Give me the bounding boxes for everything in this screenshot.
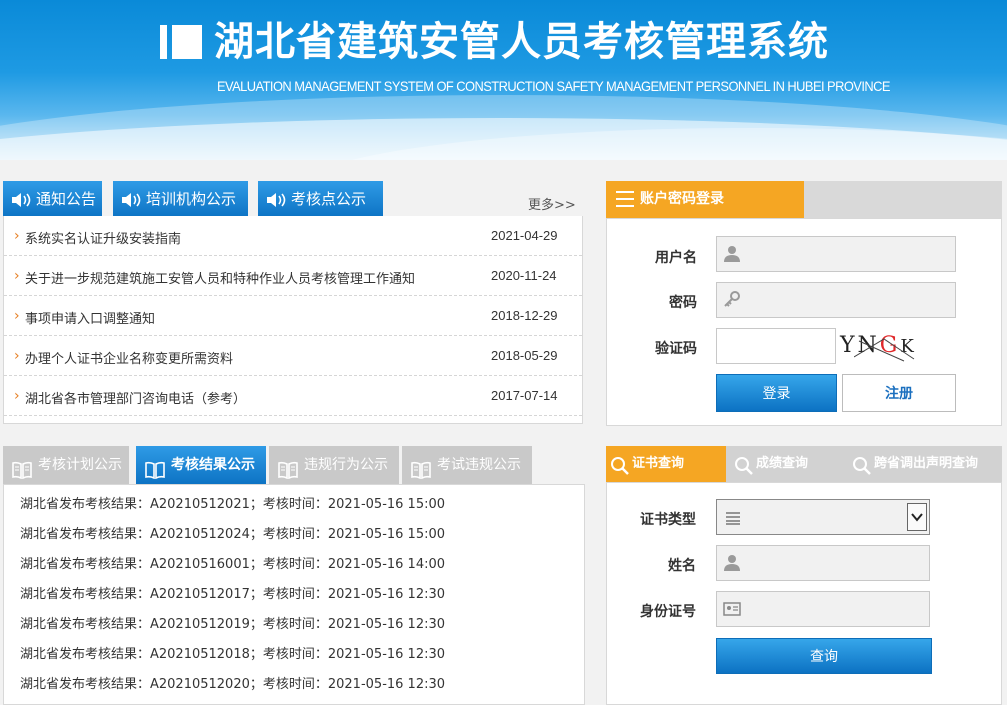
cert-type-select[interactable] <box>716 499 930 535</box>
tab-notice[interactable]: 通知公告 <box>3 181 102 217</box>
tab-violations[interactable]: 违规行为公示 <box>269 446 399 484</box>
query-tabs: 证书查询 成绩查询 跨省调出声明查询 <box>606 446 1002 482</box>
id-number-label: 身份证号 <box>640 604 696 620</box>
search-icon <box>734 455 754 475</box>
result-tabs: 考核计划公示 考核结果公示 违规行为公示 考试违规公示 <box>3 446 585 484</box>
username-label: 用户名 <box>655 250 697 266</box>
tab-account-login[interactable]: 账户密码登录 <box>606 181 804 218</box>
login-button[interactable]: 登录 <box>716 374 837 412</box>
list-icon <box>725 511 741 529</box>
chevron-right-icon: › <box>14 268 20 284</box>
user-icon <box>723 245 741 263</box>
password-input[interactable] <box>716 282 956 318</box>
cert-type-label: 证书类型 <box>640 512 696 528</box>
book-icon <box>277 456 299 480</box>
list-item[interactable]: › 湖北省各市管理部门咨询电话（参考） 2017-07-14 <box>4 376 582 416</box>
speaker-icon <box>11 192 33 208</box>
result-list: 湖北省发布考核结果：A20210512021；考核时间：2021-05-16 1… <box>3 484 585 705</box>
id-number-input[interactable] <box>716 591 930 627</box>
chevron-right-icon: › <box>14 348 20 364</box>
list-item[interactable]: › 办理个人证书企业名称变更所需资料 2018-05-29 <box>4 336 582 376</box>
notice-title[interactable]: 关于进一步规范建筑施工安管人员和特种作业人员考核管理工作通知 <box>25 268 415 287</box>
speaker-icon <box>266 192 288 208</box>
list-item[interactable]: › 系统实名认证升级安装指南 2021-04-29 <box>4 216 582 256</box>
site-subtitle: EVALUATION MANAGEMENT SYSTEM OF CONSTRUC… <box>217 78 890 94</box>
query-button[interactable]: 查询 <box>716 638 932 674</box>
captcha-label: 验证码 <box>655 341 697 357</box>
list-item[interactable]: 湖北省发布考核结果：A20210512021；考核时间：2021-05-16 1… <box>20 493 445 512</box>
username-input[interactable] <box>716 236 956 272</box>
tab-account-login-label: 账户密码登录 <box>640 191 724 207</box>
site-title: 湖北省建筑安管人员考核管理系统 <box>214 19 829 65</box>
menu-icon <box>616 191 634 207</box>
book-icon <box>11 456 33 480</box>
notice-title[interactable]: 事项申请入口调整通知 <box>25 308 155 327</box>
tab-training-orgs-label: 培训机构公示 <box>146 190 237 208</box>
list-item[interactable]: 湖北省发布考核结果：A20210512018；考核时间：2021-05-16 1… <box>20 643 445 662</box>
register-button[interactable]: 注册 <box>842 374 956 412</box>
password-label: 密码 <box>669 295 697 311</box>
site-logo-icon <box>160 25 202 59</box>
tab-score-query[interactable]: 成绩查询 <box>730 446 842 482</box>
list-item[interactable]: 湖北省发布考核结果：A20210516001；考核时间：2021-05-16 1… <box>20 553 445 572</box>
notice-date: 2018-05-29 <box>491 348 558 363</box>
captcha-image[interactable]: YNGK <box>840 333 932 365</box>
book-icon <box>410 456 432 480</box>
header-banner: 湖北省建筑安管人员考核管理系统 EVALUATION MANAGEMENT SY… <box>0 0 1007 160</box>
more-link[interactable]: 更多>> <box>528 194 576 213</box>
notice-date: 2020-11-24 <box>491 268 557 283</box>
notice-date: 2021-04-29 <box>491 228 558 243</box>
notice-title[interactable]: 办理个人证书企业名称变更所需资料 <box>25 348 233 367</box>
notice-date: 2018-12-29 <box>491 308 558 323</box>
key-icon <box>723 291 741 309</box>
user-icon <box>723 554 741 572</box>
notice-date: 2017-07-14 <box>491 388 558 403</box>
list-item[interactable]: 湖北省发布考核结果：A20210512017；考核时间：2021-05-16 1… <box>20 583 445 602</box>
name-label: 姓名 <box>668 558 696 574</box>
tab-notice-label: 通知公告 <box>36 190 97 208</box>
chevron-right-icon: › <box>14 228 20 244</box>
list-item[interactable]: 湖北省发布考核结果：A20210512024；考核时间：2021-05-16 1… <box>20 523 445 542</box>
list-item[interactable]: › 关于进一步规范建筑施工安管人员和特种作业人员考核管理工作通知 2020-11… <box>4 256 582 296</box>
name-input[interactable] <box>716 545 930 581</box>
id-card-icon <box>723 600 741 618</box>
chevron-right-icon: › <box>14 308 20 324</box>
tab-exam-sites[interactable]: 考核点公示 <box>258 181 383 217</box>
list-item[interactable]: 湖北省发布考核结果：A20210512019；考核时间：2021-05-16 1… <box>20 613 445 632</box>
search-icon <box>852 455 872 475</box>
captcha-input[interactable] <box>716 328 836 364</box>
tab-exam-results[interactable]: 考核结果公示 <box>136 446 266 484</box>
notice-list: › 系统实名认证升级安装指南 2021-04-29 › 关于进一步规范建筑施工安… <box>3 216 583 424</box>
chevron-down-icon[interactable] <box>907 503 927 531</box>
tab-cert-query[interactable]: 证书查询 <box>606 446 726 482</box>
tab-transfer-query[interactable]: 跨省调出声明查询 <box>848 446 998 482</box>
speaker-icon <box>121 192 143 208</box>
list-item[interactable]: 湖北省发布考核结果：A20210512020；考核时间：2021-05-16 1… <box>20 673 445 692</box>
notice-tabs: 通知公告 培训机构公示 考核点公示 <box>3 181 583 217</box>
login-tabs: 账户密码登录 <box>606 181 1002 218</box>
tab-exam-sites-label: 考核点公示 <box>291 190 367 208</box>
notice-title[interactable]: 系统实名认证升级安装指南 <box>25 228 181 247</box>
list-item[interactable]: › 事项申请入口调整通知 2018-12-29 <box>4 296 582 336</box>
tab-exam-plan[interactable]: 考核计划公示 <box>3 446 129 484</box>
book-icon <box>144 456 166 480</box>
chevron-right-icon: › <box>14 388 20 404</box>
search-icon <box>610 455 630 475</box>
notice-title[interactable]: 湖北省各市管理部门咨询电话（参考） <box>25 388 246 407</box>
tab-training-orgs[interactable]: 培训机构公示 <box>113 181 248 217</box>
tab-exam-violations[interactable]: 考试违规公示 <box>402 446 532 484</box>
